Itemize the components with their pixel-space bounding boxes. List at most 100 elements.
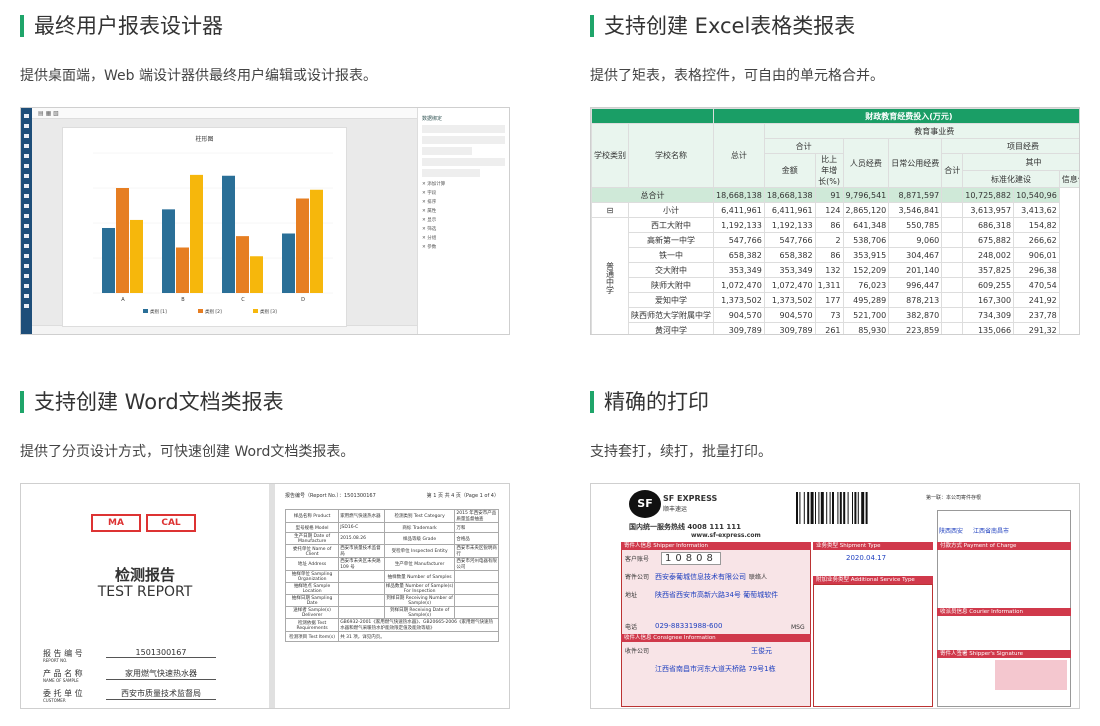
- service-block: [813, 584, 933, 707]
- table-cell: 抽样地点 Sample Location: [284, 582, 340, 595]
- card-designer: 最终用户报表设计器 提供桌面端，Web 端设计器供最终用户编辑或设计报表。 ▤ …: [20, 12, 510, 335]
- bar: [190, 174, 203, 293]
- legend-swatch: [253, 309, 258, 313]
- panel-item[interactable]: ✕ 筛选: [422, 225, 505, 234]
- legend-swatch: [198, 309, 203, 313]
- table-row: 样品名称 Product 家用燃气快速热水器 检测类别 Test Category 2…: [284, 509, 499, 523]
- table-cell: 86: [814, 217, 844, 233]
- col-staff: 人员经费: [842, 138, 890, 188]
- table-cell: 8,871,597: [888, 187, 943, 203]
- card-desc: 提供了分页设计方式，可快速创建 Word文档类报表。: [20, 444, 355, 460]
- card-desc: 提供桌面端，Web 端设计器供最终用户编辑或设计报表。: [20, 68, 377, 84]
- company-label: 寄件公司: [625, 574, 650, 581]
- table-cell: 291,32: [1013, 322, 1060, 334]
- table-cell: [941, 262, 964, 278]
- detail-page: 报告编号（Report No.）：1501300167 第 1 页 共 4 页（…: [275, 484, 509, 708]
- table-cell: 904,570: [763, 307, 816, 323]
- panel-item[interactable]: ✕ 分组: [422, 234, 505, 243]
- service-header: 业务类型 Shipment Type: [813, 542, 933, 550]
- table-row: 普通中学 西工大附中 1,192,133 1,192,133 86 641,348 550,…: [591, 217, 1080, 334]
- table-cell: [941, 277, 964, 293]
- table-cell: 1,373,502: [763, 292, 816, 308]
- x-tick-label: A: [121, 297, 125, 303]
- table-cell: 黄河中学: [628, 322, 714, 334]
- x-tick-label: C: [241, 297, 245, 303]
- table-cell: 铁一中: [628, 247, 714, 263]
- panel-item[interactable]: ✕ 参数: [422, 243, 505, 252]
- panel-item[interactable]: ✕ 属性: [422, 207, 505, 216]
- table-cell: 小计: [628, 202, 714, 218]
- bar: [116, 188, 129, 293]
- card-desc: 提供了矩表，表格控件，可自由的单元格合并。: [590, 68, 884, 84]
- table-cell: [941, 247, 964, 263]
- detail-table: 样品名称 Product 家用燃气快速热水器 检测类别 Test Category 2…: [284, 509, 499, 642]
- cover-page: MA CAL 检测报告 TEST REPORT 报 告 编 号 REPORT N…: [21, 484, 269, 708]
- bar: [310, 189, 323, 293]
- table-cell: 304,467: [888, 247, 943, 263]
- table-cell: 9,060: [888, 232, 943, 248]
- bar: [102, 227, 115, 293]
- table-cell: 609,255: [962, 277, 1015, 293]
- table-cell: 177: [814, 292, 844, 308]
- table-cell: 2015 年西安市产品质量监督抽查: [454, 509, 499, 523]
- table-cell: 675,882: [962, 232, 1015, 248]
- cma-stamp: MA: [91, 514, 141, 532]
- table-cell: 样品名称 Product: [284, 509, 340, 523]
- sender-header: 寄件人信息 Shipper Information: [621, 542, 811, 550]
- card-title: 精确的打印: [590, 388, 1080, 416]
- table-row: 爱知中学 1,373,502 1,373,502 177 495,289 878,213 1…: [592, 292, 1080, 308]
- table-cell: 西工大附中: [628, 217, 714, 233]
- table-row: 铁一中 658,382 658,382 86 353,915 304,467 248,002…: [592, 247, 1080, 263]
- table-cell: 1,072,470: [763, 277, 816, 293]
- table-cell: 167,300: [962, 292, 1015, 308]
- field-label-en: REPORT NO.: [43, 658, 68, 663]
- panel-item[interactable]: ✕ 显示: [422, 216, 505, 225]
- toolbox: [21, 108, 32, 334]
- table-cell: [941, 292, 964, 308]
- group-toggle[interactable]: ⊟: [591, 202, 629, 218]
- table-row: 陕西师范大学附属中学 904,570 904,570 73 521,700 382,870…: [592, 307, 1080, 323]
- table-cell: 91: [814, 187, 844, 203]
- panel-item[interactable]: ✕ 添加计算: [422, 180, 505, 189]
- table-cell: 抽样数量 Number of Samples: [383, 570, 456, 583]
- field-label-en: NAME OF SAMPLE: [43, 678, 79, 683]
- table-cell: 检测类别 Test Category: [383, 509, 456, 523]
- table-cell: [941, 217, 964, 233]
- msg-label: MSG: [791, 624, 805, 631]
- col-total: 总计: [713, 123, 765, 188]
- table-cell: 10,540,96: [1013, 187, 1060, 203]
- table-cell: 152,209: [842, 262, 890, 278]
- table-cell: 309,789: [763, 322, 816, 334]
- table-row: 型号规格 Model JSD16-C 商标 Trademark 万和: [284, 522, 499, 533]
- col-name: 学校名称: [628, 123, 714, 188]
- card-desc: 支持套打，续打，批量打印。: [590, 444, 772, 460]
- table-cell: 309,789: [713, 322, 765, 334]
- addl-header: 附加业务类型 Additional Service Type: [813, 576, 933, 584]
- recv-contact: 王俊元: [751, 647, 772, 655]
- table-cell: 2: [814, 232, 844, 248]
- bar: [162, 209, 175, 293]
- table-cell: 合格品: [454, 532, 499, 545]
- table-cell: 18,668,138: [763, 187, 816, 203]
- panel-item[interactable]: ✕ 排序: [422, 198, 505, 207]
- table-cell: [454, 606, 499, 619]
- table-cell: 样品数量 Number of Sample(s) For Inspection: [383, 582, 456, 595]
- table-row: 检测项目 Test Item(s) 共 31 项，详见内页。: [284, 631, 499, 642]
- panel-item[interactable]: ✕ 字段: [422, 189, 505, 198]
- print-screenshot: SF SF EXPRESS 顺丰速运 国内统一服务热线 4008 111 111…: [590, 483, 1080, 709]
- x-tick-label: B: [181, 297, 185, 303]
- table-cell: 地址 Address: [284, 557, 340, 571]
- table-cell: [941, 232, 964, 248]
- table-cell: 547,766: [763, 232, 816, 248]
- legend-label: 类别 [3]: [260, 308, 277, 315]
- recv-company-label: 收件公司: [625, 648, 650, 655]
- table-cell: 样品等级 Grade: [383, 532, 456, 545]
- table-row: 生产日期 Date of Manufacture 2015.08.26 样品等级 G…: [284, 532, 499, 545]
- table-cell: 家用燃气快速热水器: [338, 509, 385, 523]
- table-cell: 到样日期 Receiving Number of Sample(s): [383, 594, 456, 607]
- account-label: 客户账号: [625, 556, 650, 563]
- card-title: 支持创建 Excel表格类报表: [590, 12, 1080, 40]
- table-cell: [454, 570, 499, 583]
- table-row: 抽样单位 Sampling Organization 抽样数量 Number of…: [284, 570, 499, 583]
- table-cell: 904,570: [713, 307, 765, 323]
